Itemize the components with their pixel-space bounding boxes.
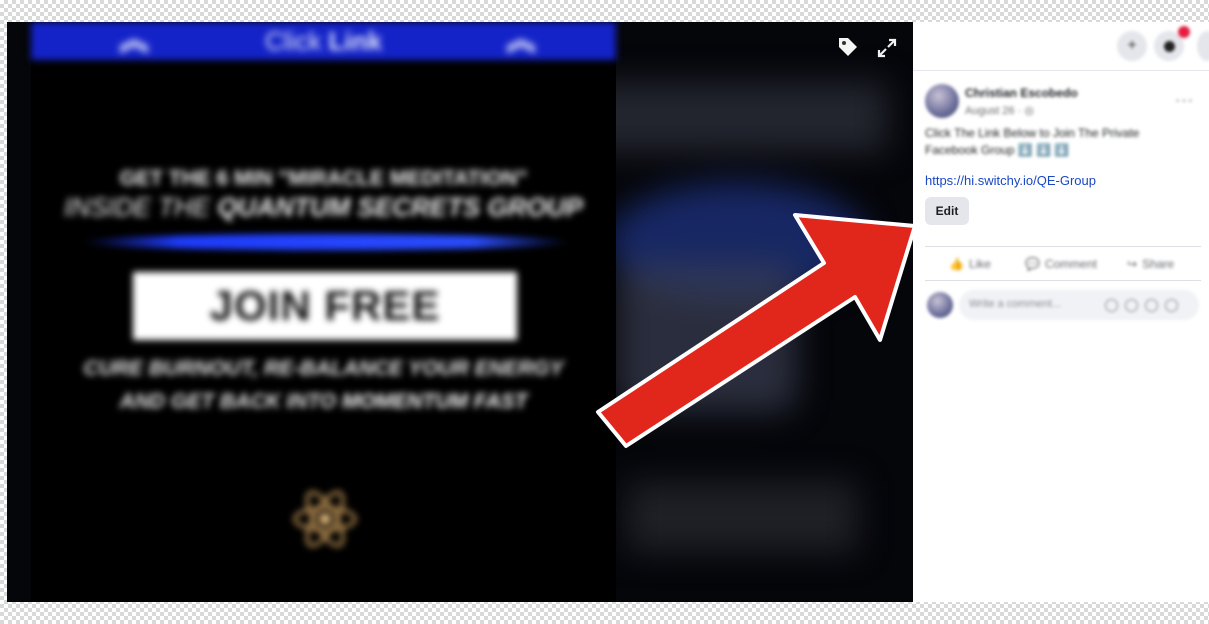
commenter-avatar — [927, 292, 953, 318]
comment-icon: 💬 — [1025, 257, 1040, 271]
poster-divider-stripe — [81, 234, 571, 250]
chevron-up-icon: ︽ — [119, 24, 149, 57]
atom-logo-icon — [293, 490, 357, 548]
poster-cta-box: JOIN FREE — [133, 272, 517, 340]
avatar[interactable] — [925, 84, 959, 118]
share-icon: ↪ — [1127, 257, 1138, 271]
gif-icon[interactable] — [1145, 299, 1158, 312]
divider — [925, 280, 1201, 281]
more-options-icon[interactable]: ··· — [1175, 92, 1194, 110]
globe-icon: ◎ — [1024, 105, 1034, 117]
poster-tagline-2: AND GET BACK INTO MOMENTUM FAST — [119, 390, 528, 413]
like-button[interactable]: 👍 Like — [949, 257, 991, 271]
thumbs-up-icon: 👍 — [949, 257, 964, 271]
sticker-icon[interactable] — [1165, 299, 1178, 312]
tag-icon[interactable] — [836, 35, 860, 59]
post-link[interactable]: https://hi.switchy.io/QE-Group — [925, 173, 1096, 188]
post-side-panel: + Christian Escobedo August 26 · ◎ ··· C… — [913, 22, 1209, 602]
poster-subheadline: INSIDE THE QUANTUM SECRETS GROUP — [64, 192, 583, 222]
poster-headline: GET THE 6 MIN "MIRACLE MEDITATION" — [119, 167, 528, 190]
banner-text: Click Link — [264, 25, 382, 56]
poster-tagline-1: CURE BURNOUT, RE-BALANCE YOUR ENERGY — [83, 357, 564, 380]
photo-viewer: ︽ Click Link ︽ GET THE 6 MIN "MIRACLE ME… — [7, 22, 913, 602]
poster-banner: ︽ Click Link ︽ — [31, 22, 616, 60]
top-bar: + — [913, 22, 1209, 71]
emoji-icon[interactable] — [1105, 299, 1118, 312]
plus-icon[interactable]: + — [1117, 31, 1147, 61]
comment-input[interactable]: Write a comment... — [959, 290, 1199, 320]
post-author[interactable]: Christian Escobedo — [965, 86, 1078, 100]
notification-badge — [1178, 26, 1190, 38]
comment-button[interactable]: 💬 Comment — [1025, 257, 1097, 271]
post-caption: Click The Link Below to Join The Private… — [925, 126, 1140, 157]
share-button[interactable]: ↪ Share — [1127, 257, 1174, 271]
chevron-up-icon: ︽ — [506, 24, 536, 57]
edit-button[interactable]: Edit — [925, 197, 969, 225]
camera-icon[interactable] — [1125, 299, 1138, 312]
ad-poster-image: ︽ Click Link ︽ GET THE 6 MIN "MIRACLE ME… — [31, 22, 616, 602]
divider — [925, 246, 1201, 247]
account-icon[interactable] — [1197, 31, 1209, 61]
post-date[interactable]: August 26 · ◎ — [965, 104, 1034, 117]
expand-icon[interactable] — [876, 37, 898, 59]
